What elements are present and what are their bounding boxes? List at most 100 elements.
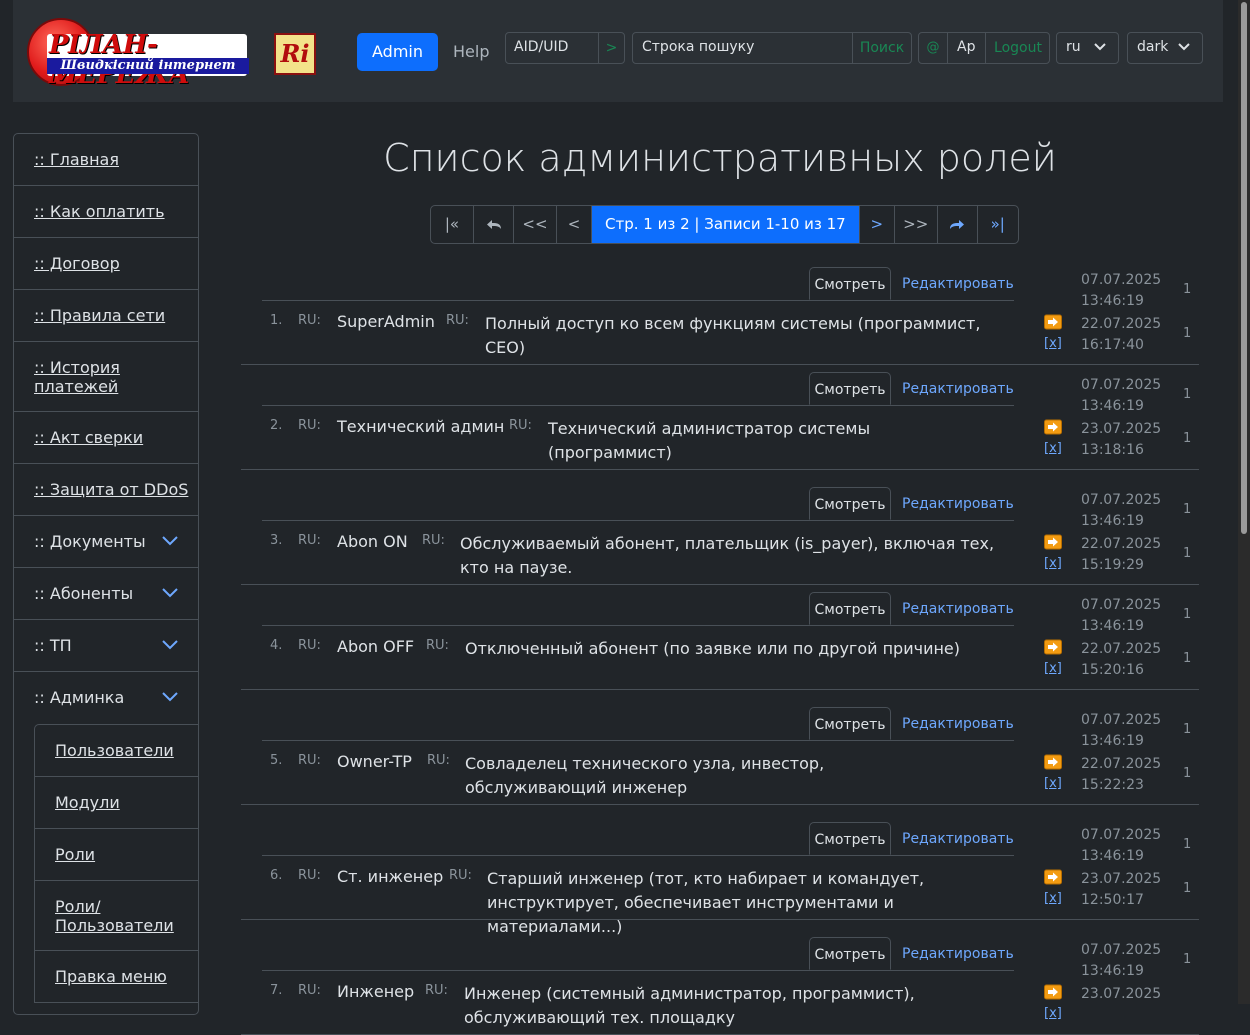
submenu-item-label[interactable]: Роли/ Пользователи [55,897,175,935]
row-number: 3. [270,533,283,548]
scrollbar-thumb[interactable] [1241,2,1247,534]
edit-tab[interactable]: Редактировать [902,707,1014,740]
last-page-button[interactable]: »| [978,206,1018,243]
edit-tab[interactable]: Редактировать [902,487,1014,520]
role-name: Abon ON [337,532,408,551]
prev-page-button[interactable]: < [557,206,592,243]
lang-label: RU: [425,983,448,998]
sidebar-item-home[interactable]: :: Главная [14,134,198,186]
sidebar-item-label[interactable]: :: Договор [34,254,120,273]
forward-button[interactable] [938,206,978,243]
sidebar-item-contract[interactable]: :: Договор [14,238,198,290]
sidebar-item-ddos[interactable]: :: Защита от DDoS [14,464,198,516]
delete-link[interactable]: [x] [1044,776,1062,791]
delete-link[interactable]: [x] [1044,891,1062,906]
lang-label: RU: [298,638,321,653]
role-name: SuperAdmin [337,312,435,331]
back-button[interactable] [474,206,514,243]
edit-tab[interactable]: Редактировать [902,592,1014,625]
first-page-button[interactable]: |« [431,206,474,243]
view-tab[interactable]: Смотреть [809,372,891,405]
sidebar-item-subscribers[interactable]: :: Абоненты [14,568,198,620]
export-icon[interactable] [1044,534,1062,550]
delete-link[interactable]: [x] [1044,661,1062,676]
export-icon[interactable] [1044,869,1062,885]
submenu-item-roles[interactable]: Роли [35,829,198,881]
delete-link[interactable]: [x] [1044,336,1062,351]
sidebar-item-reconciliation[interactable]: :: Акт сверки [14,412,198,464]
chevron-down-icon [162,536,178,546]
sidebar-item-tp[interactable]: :: ТП [14,620,198,672]
rilan-logo[interactable]: РІЛАН-МЕРЕЖА Швидкісний інтернет [27,16,249,90]
sidebar-item-documents[interactable]: :: Документы [14,516,198,568]
view-tab[interactable]: Смотреть [809,937,891,970]
sidebar-item-label[interactable]: :: Защита от DDoS [34,480,188,499]
submenu-item-label[interactable]: Роли [55,845,95,864]
next-many-button[interactable]: >> [895,206,938,243]
role-description: Обслуживаемый абонент, плательщик (is_pa… [460,534,995,577]
at-button[interactable]: @ [919,33,948,63]
prev-many-button[interactable]: << [514,206,557,243]
created-date: 07.07.2025 [1081,272,1162,288]
sidebar-item-label[interactable]: :: Акт сверки [34,428,143,447]
sidebar-item-label[interactable]: :: Как оплатить [34,202,165,221]
aid-group: AID/UID > [505,32,625,64]
view-tab[interactable]: Смотреть [809,592,891,625]
updated-time: 15:22:23 [1081,777,1144,793]
submenu-item-roles-users[interactable]: Роли/ Пользователи [35,881,198,951]
logout-button[interactable]: Logout [985,33,1050,63]
delete-link[interactable]: [x] [1044,441,1062,456]
delete-link[interactable]: [x] [1044,1006,1062,1021]
role-description: Совладелец технического узла, инвестор, … [465,754,825,797]
sidebar-item-payment-history[interactable]: :: История платежей [14,342,198,412]
search-group: Строка пошуку Поиск [632,32,912,64]
aid-input[interactable]: AID/UID [514,39,568,55]
export-icon[interactable] [1044,419,1062,435]
submenu-item-label[interactable]: Модули [55,793,120,812]
next-page-button[interactable]: > [860,206,895,243]
sidebar-item-label[interactable]: :: История платежей [34,358,154,396]
row-number: 1. [270,313,283,328]
delete-link[interactable]: [x] [1044,556,1062,571]
edit-tab[interactable]: Редактировать [902,372,1014,405]
submenu-item-edit-menu[interactable]: Правка меню [35,951,198,1003]
edit-tab[interactable]: Редактировать [902,267,1014,300]
page-scrollbar[interactable] [1238,0,1250,1004]
submenu-item-users[interactable]: Пользователи [35,725,198,777]
ri-logo[interactable]: Ri [274,33,316,75]
export-icon[interactable] [1044,314,1062,330]
search-input[interactable]: Строка пошуку [642,39,754,55]
forward-arrow-icon [950,219,965,229]
language-value: ru [1066,39,1081,55]
lang-label: RU: [426,638,449,653]
sidebar-item-label[interactable]: :: Правила сети [34,306,165,325]
edit-tab[interactable]: Редактировать [902,822,1014,855]
aid-go-button[interactable]: > [598,33,624,63]
updated-time: 15:19:29 [1081,557,1144,573]
export-icon[interactable] [1044,639,1062,655]
submenu-item-label[interactable]: Правка меню [55,967,167,986]
admin-button[interactable]: Admin [357,33,438,71]
sidebar-item-admin[interactable]: :: Админка [14,672,198,724]
lang-label: RU: [422,533,445,548]
view-tab[interactable]: Смотреть [809,487,891,520]
sidebar-item-label: :: Абоненты [34,584,134,603]
view-tab[interactable]: Смотреть [809,267,891,300]
sidebar-item-label[interactable]: :: Главная [34,150,119,169]
edit-tab[interactable]: Редактировать [902,937,1014,970]
table-row: Смотреть Редактировать 5. RU: Owner-TP R… [241,690,1199,805]
view-tab[interactable]: Смотреть [809,822,891,855]
help-link[interactable]: Help [453,42,489,61]
language-select[interactable]: ru [1056,32,1119,64]
export-icon[interactable] [1044,984,1062,1000]
submenu-item-label[interactable]: Пользователи [55,741,174,760]
view-tab[interactable]: Смотреть [809,707,891,740]
sidebar-item-how-to-pay[interactable]: :: Как оплатить [14,186,198,238]
role-description: Отключенный абонент (по заявке или по др… [465,639,961,658]
created-by: 1 [1183,502,1192,517]
export-icon[interactable] [1044,754,1062,770]
submenu-item-modules[interactable]: Модули [35,777,198,829]
search-button[interactable]: Поиск [852,33,911,63]
theme-select[interactable]: dark [1127,32,1203,64]
sidebar-item-network-rules[interactable]: :: Правила сети [14,290,198,342]
